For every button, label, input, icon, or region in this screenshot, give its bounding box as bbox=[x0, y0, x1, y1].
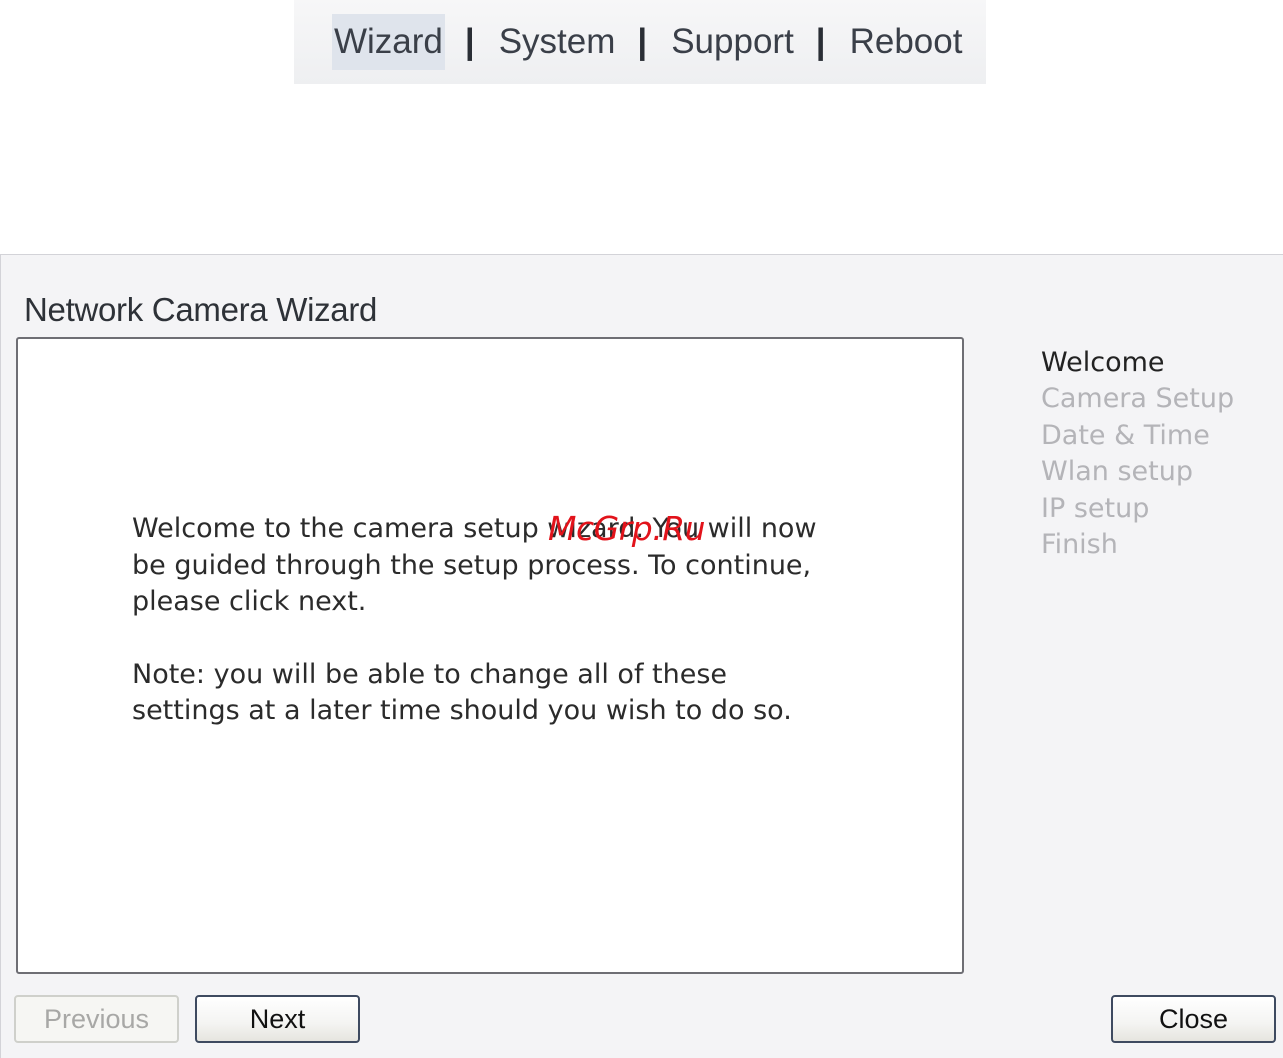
step-welcome: Welcome bbox=[1041, 347, 1165, 378]
nav-separator: | bbox=[815, 22, 826, 61]
step-date-time: Date & Time bbox=[1041, 419, 1210, 451]
nav-separator: | bbox=[464, 22, 475, 61]
step-camera-setup: Camera Setup bbox=[1041, 383, 1235, 415]
nav-separator: | bbox=[637, 22, 648, 61]
note-paragraph: Note: you will be able to change all of … bbox=[132, 658, 792, 727]
step-finish: Finish bbox=[1041, 529, 1118, 561]
nav-menu: Wizard | System | Support | Reboot bbox=[332, 14, 964, 70]
step-wlan-setup: Wlan setup bbox=[1041, 456, 1193, 488]
close-button[interactable]: Close bbox=[1111, 995, 1276, 1043]
previous-button: Previous bbox=[14, 995, 179, 1043]
step-ip-setup: IP setup bbox=[1041, 492, 1150, 524]
nav-support[interactable]: Support bbox=[669, 14, 796, 70]
wizard-dialog: Network Camera Wizard Welcome to the cam… bbox=[0, 254, 1283, 1058]
wizard-steps-list: Welcome Camera Setup Date & Time Wlan se… bbox=[1041, 345, 1234, 563]
welcome-message: Welcome to the camera setup wizard. You … bbox=[132, 511, 832, 766]
nav-reboot[interactable]: Reboot bbox=[848, 14, 965, 70]
welcome-paragraph: Welcome to the camera setup wizard. You … bbox=[132, 513, 817, 617]
nav-system[interactable]: System bbox=[497, 14, 618, 70]
wizard-content-panel: Welcome to the camera setup wizard. You … bbox=[16, 337, 964, 974]
dialog-title: Network Camera Wizard bbox=[24, 291, 378, 328]
next-button[interactable]: Next bbox=[195, 995, 360, 1043]
watermark-text: McGrp.Ru bbox=[548, 509, 706, 548]
top-navigation: Wizard | System | Support | Reboot bbox=[294, 0, 986, 84]
nav-wizard[interactable]: Wizard bbox=[332, 14, 445, 70]
